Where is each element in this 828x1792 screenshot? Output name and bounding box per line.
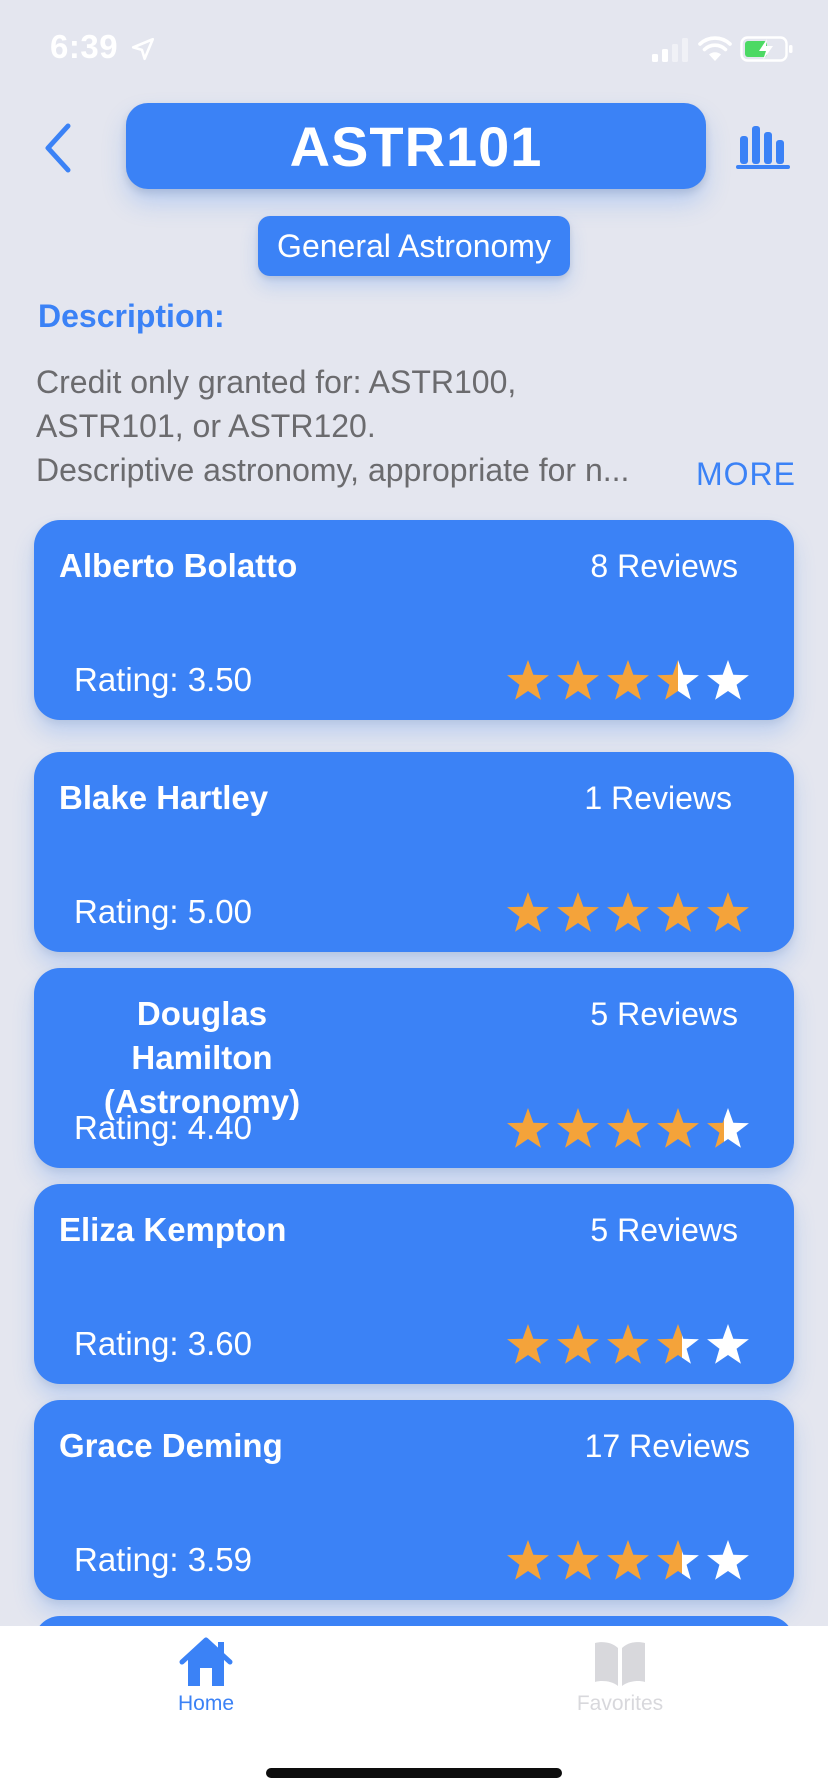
star-icon bbox=[657, 660, 699, 700]
professor-name: Alberto Bolatto bbox=[59, 544, 297, 588]
review-count: 5 Reviews bbox=[590, 1212, 738, 1248]
star-icon bbox=[707, 1540, 749, 1580]
description-line: ASTR101, or ASTR120. bbox=[36, 408, 376, 444]
star-icon bbox=[707, 892, 749, 932]
professor-name-line: Eliza Kempton bbox=[59, 1211, 287, 1248]
open-book-icon bbox=[595, 1642, 645, 1686]
professor-name: Blake Hartley bbox=[59, 776, 268, 820]
star-icon bbox=[507, 1108, 549, 1148]
tab-home[interactable]: Home bbox=[116, 1636, 296, 1746]
star-icon bbox=[557, 1108, 599, 1148]
professor-card[interactable]: Grace Deming 17 Reviews Rating: 3.59 bbox=[34, 1400, 794, 1600]
star-rating bbox=[506, 890, 786, 936]
star-icon bbox=[607, 1108, 649, 1148]
star-icon bbox=[657, 892, 699, 932]
star-icon bbox=[607, 1324, 649, 1364]
star-icon bbox=[507, 892, 549, 932]
tab-label: Favorites bbox=[576, 1692, 664, 1715]
tab-favorites[interactable]: Favorites bbox=[530, 1636, 710, 1746]
star-icon bbox=[507, 660, 549, 700]
professor-name-line: Douglas Hamilton bbox=[131, 995, 273, 1076]
house-icon bbox=[179, 1637, 233, 1686]
star-icon bbox=[657, 1540, 699, 1580]
rating-text: Rating: 3.60 bbox=[74, 1325, 252, 1362]
status-bar: 6:39 bbox=[0, 0, 828, 100]
rating-text: Rating: 3.59 bbox=[74, 1541, 252, 1578]
professor-card[interactable]: Alberto Bolatto 8 Reviews Rating: 3.50 bbox=[34, 520, 794, 720]
professor-card[interactable]: Eliza Kempton 5 Reviews Rating: 3.60 bbox=[34, 1184, 794, 1384]
star-icon bbox=[557, 1540, 599, 1580]
star-icon bbox=[607, 1540, 649, 1580]
professor-name: Douglas Hamilton (Astronomy) bbox=[62, 992, 342, 1124]
tab-label: Home bbox=[177, 1692, 235, 1715]
professor-name-line: Grace Deming bbox=[59, 1427, 283, 1464]
rating-text: Rating: 5.00 bbox=[74, 893, 252, 930]
more-button[interactable]: MORE bbox=[696, 456, 796, 493]
star-icon bbox=[557, 1324, 599, 1364]
star-icon bbox=[607, 660, 649, 700]
status-time: 6:39 bbox=[50, 28, 119, 65]
battery-charging-icon bbox=[740, 36, 793, 62]
star-rating bbox=[506, 658, 786, 704]
course-code-title: ASTR101 bbox=[126, 103, 706, 189]
description-line: Descriptive astronomy, appropriate for n… bbox=[36, 452, 630, 488]
star-rating bbox=[506, 1106, 786, 1152]
star-icon bbox=[507, 1540, 549, 1580]
professor-name-line: Alberto Bolatto bbox=[59, 547, 298, 584]
star-icon bbox=[607, 892, 649, 932]
star-icon bbox=[657, 1324, 699, 1364]
cellular-signal-icon bbox=[652, 38, 688, 62]
review-count: 1 Reviews bbox=[584, 780, 732, 816]
back-button[interactable] bbox=[36, 118, 80, 178]
description-heading: Description: bbox=[38, 298, 225, 334]
star-icon bbox=[557, 892, 599, 932]
professor-card[interactable]: Douglas Hamilton (Astronomy) 5 Reviews R… bbox=[34, 968, 794, 1168]
course-name-badge: General Astronomy bbox=[258, 216, 570, 276]
star-icon bbox=[507, 1324, 549, 1364]
professor-name: Eliza Kempton bbox=[59, 1208, 286, 1252]
review-count: 5 Reviews bbox=[590, 996, 738, 1032]
rating-text: Rating: 3.50 bbox=[74, 661, 252, 698]
home-indicator bbox=[266, 1768, 562, 1778]
description-text: Credit only granted for: ASTR100, ASTR10… bbox=[36, 360, 686, 492]
location-arrow-icon bbox=[131, 37, 155, 61]
star-icon bbox=[657, 1108, 699, 1148]
professor-card[interactable]: Blake Hartley 1 Reviews Rating: 5.00 bbox=[34, 752, 794, 952]
review-count: 8 Reviews bbox=[590, 548, 738, 584]
description-line: Credit only granted for: ASTR100, bbox=[36, 364, 517, 400]
star-icon bbox=[707, 660, 749, 700]
wifi-icon bbox=[698, 36, 732, 61]
star-rating bbox=[506, 1322, 786, 1368]
star-icon bbox=[707, 1324, 749, 1364]
professor-name: Grace Deming bbox=[59, 1424, 283, 1468]
bar-chart-icon[interactable] bbox=[736, 124, 790, 170]
review-count: 17 Reviews bbox=[584, 1428, 750, 1464]
star-icon bbox=[557, 660, 599, 700]
star-icon bbox=[707, 1108, 749, 1148]
star-rating bbox=[506, 1538, 786, 1584]
rating-text: Rating: 4.40 bbox=[74, 1109, 252, 1146]
professor-name-line: Blake Hartley bbox=[59, 779, 269, 816]
